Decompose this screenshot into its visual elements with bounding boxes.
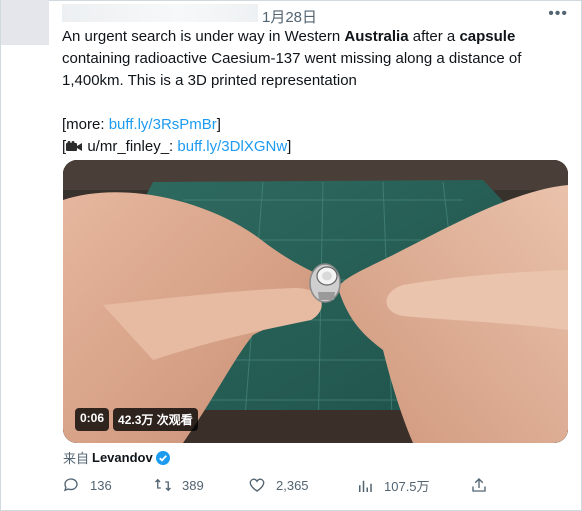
tweet-text: An urgent search is under way in Western…	[62, 26, 562, 158]
tweet-date[interactable]: 1月28日	[262, 6, 317, 27]
redacted-author-name	[62, 4, 258, 22]
source-name[interactable]: Levandov	[92, 450, 153, 465]
share-button[interactable]	[470, 476, 488, 494]
source-prefix: 来自	[63, 451, 90, 466]
retweet-count: 389	[182, 477, 204, 493]
more-icon[interactable]: •••	[548, 5, 568, 23]
retweet-icon	[155, 478, 171, 492]
tweet-line-3: 1,400km. This is a 3D printed representa…	[62, 72, 357, 89]
heart-icon	[249, 478, 265, 492]
views-button[interactable]: 107.5万	[356, 476, 430, 495]
video-camera-icon	[66, 141, 83, 151]
video-overlay: 0:06 42.3万 次观看	[75, 408, 198, 431]
view-count: 107.5万	[384, 479, 430, 494]
analytics-icon	[359, 480, 372, 492]
share-icon	[472, 478, 486, 492]
retweet-button[interactable]: 389	[154, 476, 204, 494]
credit-line: [ u/mr_finley_: buff.ly/3DlXGNw]	[62, 138, 292, 155]
like-count: 2,365	[276, 477, 309, 493]
action-bar: 136 389 2,365 107.5万	[62, 476, 502, 500]
video-view-count: 42.3万 次观看	[113, 408, 198, 431]
tweet-line-1: An urgent search is under way in Western…	[62, 28, 516, 45]
video-player[interactable]: 0:06 42.3万 次观看	[63, 160, 568, 443]
credit-link[interactable]: buff.ly/3DlXGNw	[177, 138, 287, 155]
like-button[interactable]: 2,365	[248, 476, 309, 494]
verified-badge-icon	[155, 450, 170, 465]
more-line: [more: buff.ly/3RsPmBr]	[62, 116, 221, 133]
source-attribution: 来自 Levandov	[63, 448, 170, 467]
avatar[interactable]	[1, 0, 49, 45]
reply-button[interactable]: 136	[62, 476, 112, 494]
video-frame	[63, 160, 568, 443]
reply-count: 136	[90, 477, 112, 493]
tweet-line-2: containing radioactive Caesium-137 went …	[62, 50, 522, 67]
more-link[interactable]: buff.ly/3RsPmBr	[109, 116, 217, 133]
video-duration: 0:06	[75, 408, 110, 431]
reply-icon	[63, 478, 78, 492]
